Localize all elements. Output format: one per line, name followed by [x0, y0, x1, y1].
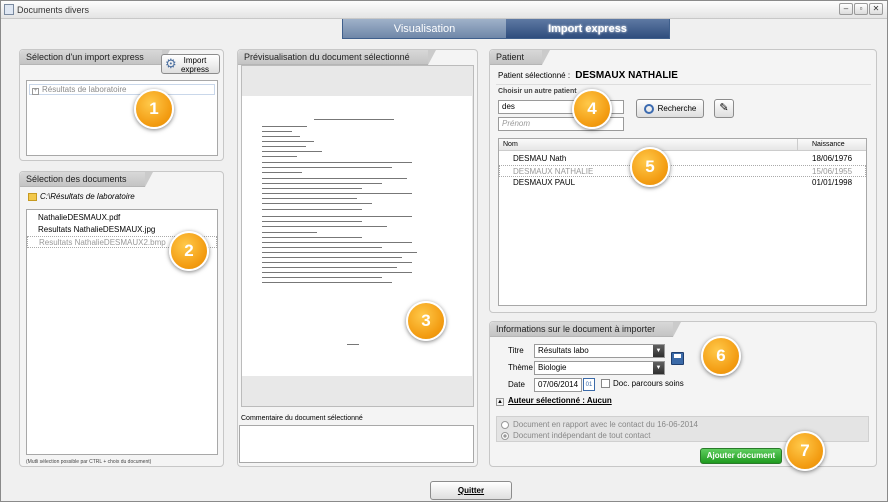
multi-select-hint: (Mutli sélection possible par CTRL + cho…	[26, 459, 152, 465]
theme-label: Thème	[508, 363, 533, 372]
quit-button[interactable]: Quitter	[430, 481, 512, 500]
patient-table: Nom Naissance DESMAU Nath 18/06/1976 DES…	[498, 138, 867, 306]
checkbox-icon	[601, 379, 610, 389]
selected-patient-name: DESMAUX NATHALIE	[575, 70, 678, 81]
auteur-link[interactable]: ▲ Auteur sélectionné : Aucun	[496, 396, 612, 406]
main-window: Documents divers – ▫ ✕ Visualisation Imp…	[0, 0, 888, 502]
table-header: Nom Naissance	[499, 139, 866, 151]
maximize-icon[interactable]: ▫	[854, 3, 868, 15]
panel-title: Sélection des documents	[20, 172, 153, 187]
chevron-down-icon: ▼	[653, 345, 664, 357]
panel-title: Prévisualisation du document sélectionné	[238, 50, 436, 65]
search-section: Choisir un autre patient des Prénom Rech…	[496, 84, 871, 132]
tree-item[interactable]: + Résultats de laboratoire	[29, 84, 215, 95]
other-patient-label: Choisir un autre patient	[498, 88, 577, 95]
folder-path[interactable]: C:\Résultats de laboratoire	[28, 192, 135, 201]
chevron-down-icon: ▼	[653, 362, 664, 374]
parcours-checkbox[interactable]: Doc. parcours soins	[601, 379, 684, 389]
tab-import-express[interactable]: Import express	[506, 19, 669, 38]
radio-icon	[501, 420, 509, 429]
app-icon	[4, 4, 14, 15]
calendar-icon[interactable]: 01	[583, 378, 595, 391]
documents-panel: Sélection des documents C:\Résultats de …	[19, 171, 224, 467]
contact-radio[interactable]: Document en rapport avec le contact du 1…	[501, 420, 698, 429]
title-bar: Documents divers – ▫ ✕	[1, 1, 887, 19]
search-button[interactable]: Recherche	[636, 99, 704, 118]
panel-title: Sélection d'un import express	[20, 50, 170, 65]
col-naissance[interactable]: Naissance	[812, 139, 845, 151]
add-document-button[interactable]: Ajouter document	[700, 448, 782, 464]
import-tree: + Résultats de laboratoire	[26, 80, 218, 156]
date-label: Date	[508, 380, 525, 389]
search-icon	[643, 103, 654, 114]
tab-bar: Visualisation Import express	[342, 19, 670, 39]
titre-label: Titre	[508, 346, 524, 355]
selected-patient: Patient sélectionné : DESMAUX NATHALIE	[498, 70, 678, 81]
table-row[interactable]: DESMAUX NATHALIE 15/06/1955	[499, 165, 866, 177]
tab-visualisation[interactable]: Visualisation	[343, 19, 506, 38]
titre-select[interactable]: Résultats labo ▼	[534, 344, 665, 358]
expand-icon: ▲	[496, 398, 504, 406]
radio-icon	[501, 431, 509, 440]
badge-4: 4	[572, 89, 612, 129]
badge-3: 3	[406, 301, 446, 341]
import-express-button[interactable]: ⚙ Import express	[161, 54, 220, 74]
date-input[interactable]: 07/06/2014	[534, 378, 582, 392]
panel-title: Patient	[490, 50, 551, 65]
window-title: Documents divers	[17, 5, 90, 15]
eraser-icon[interactable]: ✎	[714, 99, 734, 118]
expand-icon[interactable]: +	[32, 88, 39, 95]
list-item[interactable]: NathalieDESMAUX.pdf	[27, 212, 217, 224]
badge-5: 5	[630, 147, 670, 187]
table-row[interactable]: DESMAU Nath 18/06/1976	[499, 153, 866, 165]
import-express-panel: Sélection d'un import express ⚙ Import e…	[19, 49, 224, 161]
close-icon[interactable]: ✕	[869, 3, 883, 15]
patient-panel: Patient Patient sélectionné : DESMAUX NA…	[489, 49, 877, 313]
save-icon[interactable]	[671, 352, 684, 365]
folder-icon	[28, 192, 37, 201]
independent-radio[interactable]: Document indépendant de tout contact	[501, 431, 650, 440]
gear-icon: ⚙	[165, 56, 177, 71]
minimize-icon[interactable]: –	[839, 3, 853, 15]
badge-1: 1	[134, 89, 174, 129]
comment-textarea[interactable]	[239, 425, 474, 463]
theme-select[interactable]: Biologie ▼	[534, 361, 665, 375]
comment-label: Commentaire du document sélectionné	[241, 415, 363, 422]
badge-2: 2	[169, 231, 209, 271]
panel-title: Informations sur le document à importer	[490, 322, 682, 337]
col-nom[interactable]: Nom	[503, 139, 518, 151]
table-row[interactable]: DESMAUX PAUL 01/01/1998	[499, 177, 866, 189]
badge-7: 7	[785, 431, 825, 471]
badge-6: 6	[701, 336, 741, 376]
